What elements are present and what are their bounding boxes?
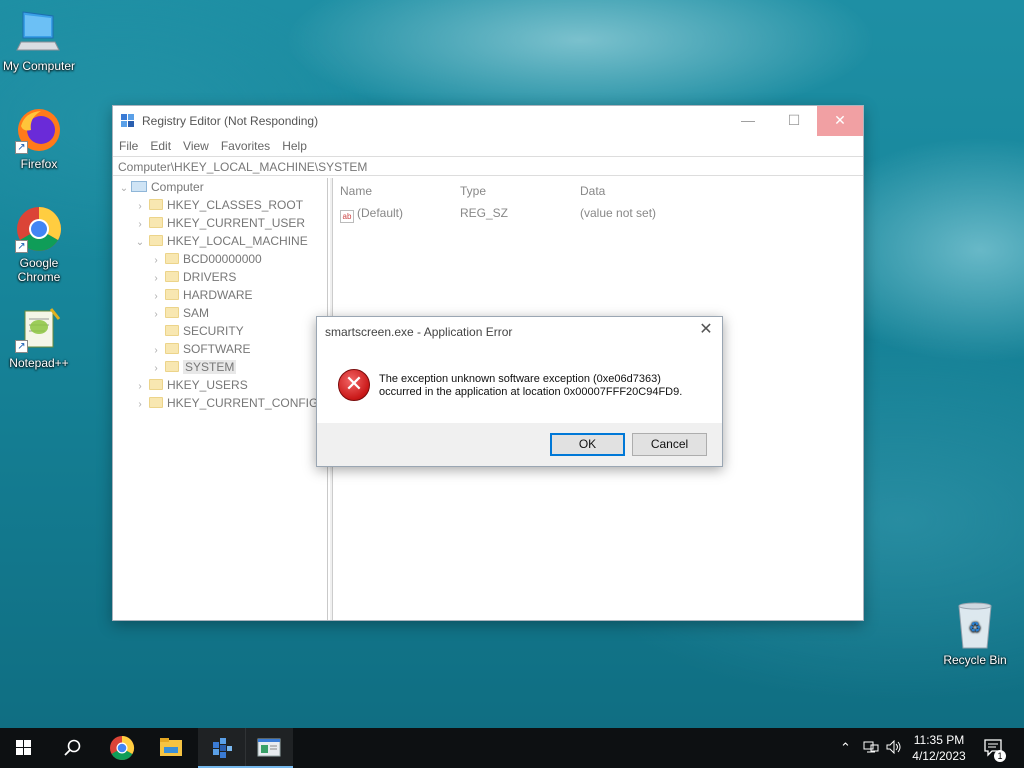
- volume-icon[interactable]: [886, 739, 902, 757]
- menu-file[interactable]: File: [113, 136, 144, 156]
- folder-icon: [149, 199, 163, 210]
- minimize-button[interactable]: —: [725, 106, 771, 136]
- network-icon[interactable]: [863, 740, 879, 757]
- folder-icon: [149, 217, 163, 228]
- tree-item-bcd[interactable]: › BCD00000000: [149, 250, 261, 268]
- svg-text:♻: ♻: [969, 620, 982, 636]
- folder-icon: [149, 235, 163, 246]
- desktop-icon-chrome[interactable]: ↗ Google Chrome: [0, 205, 78, 284]
- app-window-icon: [257, 738, 281, 757]
- regedit-icon: [121, 114, 135, 128]
- taskbar-chrome[interactable]: [98, 728, 146, 768]
- tree-item-system[interactable]: › SYSTEM: [149, 358, 237, 376]
- dialog-title: smartscreen.exe - Application Error: [325, 325, 513, 339]
- chevron-down-icon[interactable]: ⌄: [133, 234, 147, 252]
- desktop-icon-label: Recycle Bin: [943, 653, 1007, 667]
- tree-item-hkey-classes-root[interactable]: › HKEY_CLASSES_ROOT: [133, 196, 303, 214]
- search-icon: [64, 739, 81, 756]
- error-message-line-2: occurred in the application at location …: [379, 386, 683, 398]
- menu-bar: File Edit View Favorites Help: [113, 136, 863, 156]
- taskbar: ⌃ 11:35 PM 4/12/2023 1: [0, 728, 1024, 768]
- dialog-button-bar: OK Cancel: [317, 423, 722, 466]
- tree-item-sam[interactable]: › SAM: [149, 304, 209, 322]
- tree-item-hardware[interactable]: › HARDWARE: [149, 286, 252, 304]
- taskbar-registry-editor[interactable]: [198, 728, 246, 768]
- column-header-name[interactable]: Name: [340, 184, 372, 198]
- tree-item-drivers[interactable]: › DRIVERS: [149, 268, 236, 286]
- value-data-cell: (value not set): [580, 206, 657, 220]
- error-message-line-1: The exception unknown software exception…: [379, 373, 661, 385]
- desktop-icon-recycle-bin[interactable]: ♻ Recycle Bin: [936, 602, 1014, 667]
- taskbar-app-window[interactable]: [245, 728, 293, 768]
- notepad-plus-plus-icon: ↗: [15, 305, 63, 353]
- search-button[interactable]: [48, 728, 96, 768]
- folder-icon: [165, 325, 179, 336]
- chevron-right-icon[interactable]: ›: [133, 396, 147, 414]
- menu-help[interactable]: Help: [276, 136, 313, 156]
- desktop-icon-notepad-plus-plus[interactable]: ↗ Notepad++: [0, 305, 78, 370]
- column-header-data[interactable]: Data: [580, 184, 605, 198]
- title-bar[interactable]: Registry Editor (Not Responding) — ☐ ✕: [113, 106, 863, 136]
- string-value-icon: ab: [340, 210, 354, 223]
- firefox-icon: ↗: [15, 106, 63, 154]
- desktop-icon-firefox[interactable]: ↗ Firefox: [0, 106, 78, 171]
- shortcut-arrow-icon: ↗: [15, 141, 28, 154]
- chevron-down-icon[interactable]: ⌄: [117, 180, 131, 198]
- notification-count-badge: 1: [994, 750, 1006, 762]
- shortcut-arrow-icon: ↗: [15, 340, 28, 353]
- ok-button[interactable]: OK: [550, 433, 625, 456]
- error-message: The exception unknown software exception…: [379, 373, 709, 399]
- file-explorer-icon: [160, 738, 182, 756]
- desktop-icon-label: My Computer: [2, 59, 76, 73]
- value-name-cell[interactable]: ab (Default): [340, 206, 403, 223]
- folder-icon: [165, 253, 179, 264]
- computer-icon: [131, 181, 147, 192]
- tree-item-hkey-local-machine[interactable]: ⌄ HKEY_LOCAL_MACHINE: [133, 232, 308, 250]
- folder-icon: [165, 361, 179, 372]
- chrome-icon: [110, 736, 135, 761]
- menu-edit[interactable]: Edit: [144, 136, 177, 156]
- chevron-up-icon[interactable]: ⌃: [840, 740, 851, 756]
- maximize-button[interactable]: ☐: [771, 106, 817, 136]
- folder-icon: [165, 289, 179, 300]
- desktop-icon-label: Notepad++: [9, 356, 69, 370]
- menu-favorites[interactable]: Favorites: [215, 136, 276, 156]
- value-type-cell: REG_SZ: [460, 206, 509, 220]
- folder-icon: [165, 271, 179, 282]
- folder-icon: [149, 379, 163, 390]
- desktop-icon-label: Firefox: [20, 157, 58, 171]
- start-icon: [16, 740, 31, 755]
- tree-item-security[interactable]: SECURITY: [149, 322, 244, 340]
- taskbar-file-explorer[interactable]: [147, 728, 195, 768]
- tree-item-hkey-users[interactable]: › HKEY_USERS: [133, 376, 247, 394]
- computer-icon: [15, 8, 63, 56]
- error-icon: ✕: [338, 369, 370, 401]
- start-button[interactable]: [0, 728, 48, 768]
- desktop-icon-my-computer[interactable]: My Computer: [0, 8, 78, 73]
- folder-icon: [165, 307, 179, 318]
- desktop-icon-label: Google Chrome: [17, 256, 61, 284]
- close-icon[interactable]: ✕: [696, 321, 716, 341]
- folder-icon: [165, 343, 179, 354]
- application-error-dialog[interactable]: smartscreen.exe - Application Error ✕ ✕ …: [316, 316, 723, 467]
- tree-item-hkey-current-config[interactable]: › HKEY_CURRENT_CONFIG: [133, 394, 318, 412]
- tree-item-software[interactable]: › SOFTWARE: [149, 340, 250, 358]
- menu-view[interactable]: View: [177, 136, 215, 156]
- shortcut-arrow-icon: ↗: [15, 240, 28, 253]
- cancel-button[interactable]: Cancel: [632, 433, 707, 456]
- folder-icon: [149, 397, 163, 408]
- column-header-type[interactable]: Type: [460, 184, 486, 198]
- recycle-bin-icon: ♻: [951, 602, 999, 650]
- tree-item-hkey-current-user[interactable]: › HKEY_CURRENT_USER: [133, 214, 305, 232]
- address-bar[interactable]: Computer\HKEY_LOCAL_MACHINE\SYSTEM: [113, 156, 863, 176]
- clock-date[interactable]: 4/12/2023: [906, 749, 972, 763]
- regedit-icon: [213, 738, 232, 758]
- chrome-icon: ↗: [15, 205, 63, 253]
- tree-pane[interactable]: ⌄ Computer › HKEY_CLASSES_ROOT › HKEY_CURRE…: [113, 178, 328, 620]
- tree-item-computer[interactable]: ⌄ Computer: [117, 178, 204, 196]
- clock-time[interactable]: 11:35 PM: [906, 733, 972, 747]
- window-title: Registry Editor (Not Responding): [142, 114, 319, 128]
- close-button[interactable]: ✕: [817, 106, 863, 136]
